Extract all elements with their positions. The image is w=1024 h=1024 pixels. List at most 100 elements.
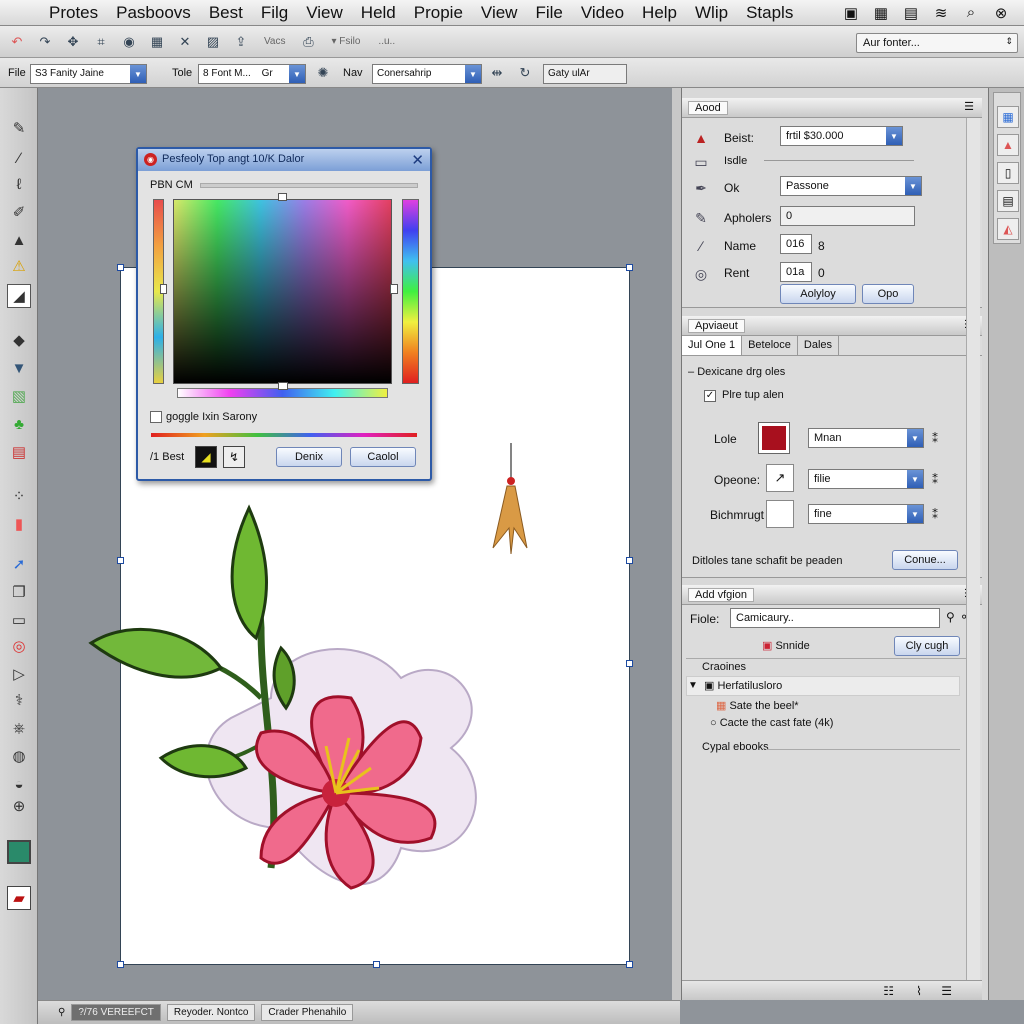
wand-icon[interactable]: ⚕ bbox=[7, 688, 31, 712]
mask-icon[interactable]: ◉ bbox=[118, 31, 140, 53]
menu-item[interactable]: Protes bbox=[40, 3, 107, 23]
menu-item[interactable]: Propie bbox=[405, 3, 472, 23]
menu-item[interactable]: File bbox=[526, 3, 571, 23]
smile-item[interactable]: ▣ Snnide bbox=[762, 639, 810, 652]
swap-icon[interactable]: ↯ bbox=[223, 446, 245, 468]
tab-dales[interactable]: Dales bbox=[798, 336, 840, 355]
cancel-button[interactable]: Caolol bbox=[350, 447, 416, 467]
image-icon[interactable]: ▣ bbox=[840, 3, 862, 23]
menu-item[interactable]: View bbox=[297, 3, 352, 23]
resize-handle[interactable] bbox=[626, 961, 633, 968]
sub-item[interactable]: ○ Cacte the cast fate (4k) bbox=[710, 717, 833, 729]
link-icon[interactable]: ⁑ bbox=[932, 508, 938, 522]
apply-button[interactable]: Aolyloy bbox=[780, 284, 856, 304]
name-field[interactable]: 016 bbox=[780, 234, 812, 254]
zoom-icon[interactable]: ⊕ bbox=[7, 794, 31, 818]
cancel-icon[interactable]: ✕ bbox=[174, 31, 196, 53]
checkbox[interactable] bbox=[150, 411, 162, 423]
apholers-field[interactable]: 0 bbox=[780, 206, 915, 226]
move-icon[interactable]: ➚ bbox=[7, 552, 31, 576]
print-icon[interactable]: ⎙ bbox=[298, 31, 320, 53]
opacity-select[interactable]: filie ▼ bbox=[808, 469, 924, 489]
pen-tool-icon[interactable]: ✎ bbox=[7, 116, 31, 140]
settings-icon[interactable]: ⊗ bbox=[990, 3, 1012, 23]
swatch-icon[interactable]: ▮ bbox=[7, 512, 31, 536]
close-icon[interactable]: ✕ bbox=[411, 151, 424, 169]
link-icon[interactable]: ⁑ bbox=[932, 473, 938, 487]
panel-tab[interactable]: Aood bbox=[688, 101, 728, 115]
grid-icon[interactable]: ▦ bbox=[146, 31, 168, 53]
copy-icon[interactable]: ❐ bbox=[7, 580, 31, 604]
ok-field[interactable]: Passone ▼ bbox=[780, 176, 922, 196]
transform-icon[interactable]: ✥ bbox=[62, 31, 84, 53]
cly-button[interactable]: Cly cugh bbox=[894, 636, 960, 656]
beist-field[interactable]: frtil $30.000 ▼ bbox=[780, 126, 903, 146]
menu-item[interactable]: Filg bbox=[252, 3, 297, 23]
color-swatch[interactable] bbox=[758, 422, 790, 454]
columns-icon[interactable]: ☷ bbox=[883, 984, 894, 998]
sponge-icon[interactable]: ◍ bbox=[7, 744, 31, 768]
page-icon[interactable]: ▯ bbox=[997, 162, 1019, 184]
stamp-icon[interactable]: ◆ bbox=[7, 328, 31, 352]
search-icon[interactable]: ⌕ bbox=[960, 3, 982, 23]
brush-icon[interactable]: ✐ bbox=[7, 200, 31, 224]
dodge-icon[interactable]: ◒ bbox=[7, 772, 31, 796]
opacity-icon[interactable]: ↗ bbox=[766, 464, 794, 492]
resize-handle[interactable] bbox=[117, 961, 124, 968]
dialog-titlebar[interactable]: ◉ Pesfeoly Top angt 10/K Dalor ✕ bbox=[138, 149, 430, 171]
path-field[interactable]: Gaty ulAr bbox=[543, 64, 627, 84]
text-icon[interactable]: ▤ bbox=[997, 190, 1019, 212]
file-select[interactable]: S3 Fanity Jaine ▼ bbox=[30, 64, 147, 84]
tree-item[interactable]: ▣ Herfatilusloro bbox=[704, 679, 782, 692]
eyedropper-icon[interactable]: ◢ bbox=[195, 446, 217, 468]
panel-tab[interactable]: Add vfgion bbox=[688, 588, 754, 602]
menu-icon[interactable]: ☰ bbox=[964, 100, 974, 113]
fill-icon[interactable]: ▲ bbox=[997, 134, 1019, 156]
shape-icon[interactable]: ▲ bbox=[7, 228, 31, 252]
clone-icon[interactable]: ⎈ bbox=[7, 716, 31, 740]
color-field-marker[interactable] bbox=[278, 193, 287, 201]
sun-icon[interactable]: ✺ bbox=[312, 62, 334, 84]
menu-item[interactable]: Video bbox=[572, 3, 633, 23]
resize-handle[interactable] bbox=[117, 557, 124, 564]
hue-slider[interactable] bbox=[402, 199, 419, 384]
status-item[interactable]: Reyoder. Nontco bbox=[166, 1004, 256, 1021]
selected-tool-icon[interactable]: ◢ bbox=[7, 284, 31, 308]
sub-item[interactable]: ▦ Sate the beel* bbox=[716, 699, 799, 712]
eraser-icon[interactable]: ▤ bbox=[7, 440, 31, 464]
status-item[interactable]: ?/76 VEREEFCT bbox=[71, 1004, 161, 1021]
continue-button[interactable]: Conue... bbox=[892, 550, 958, 570]
target-icon[interactable]: ◎ bbox=[7, 634, 31, 658]
spectrum-thumb[interactable] bbox=[278, 382, 288, 390]
crop-icon[interactable]: ⌗ bbox=[90, 31, 112, 53]
ok-button[interactable]: Denix bbox=[276, 447, 342, 467]
chart-icon[interactable]: ◭ bbox=[997, 218, 1019, 240]
play-icon[interactable]: ▷ bbox=[7, 662, 31, 686]
link-icon[interactable]: ⁑ bbox=[932, 432, 938, 446]
mask-mode-icon[interactable]: ▰ bbox=[7, 886, 31, 910]
menu-item[interactable]: Held bbox=[352, 3, 405, 23]
menu-item[interactable]: Help bbox=[633, 3, 686, 23]
hue-thumb[interactable] bbox=[390, 284, 398, 294]
open-button[interactable]: Opo bbox=[862, 284, 914, 304]
panel-scrollbar[interactable] bbox=[966, 118, 980, 988]
hand-icon[interactable]: ♣ bbox=[7, 412, 31, 436]
lasso-icon[interactable]: ℓ bbox=[7, 172, 31, 196]
rent-field[interactable]: 01a bbox=[780, 262, 812, 282]
resize-handle[interactable] bbox=[626, 264, 633, 271]
warning-icon[interactable]: ⚠ bbox=[7, 254, 31, 278]
status-item[interactable]: Crader Phenahilo bbox=[261, 1004, 354, 1021]
resize-handle[interactable] bbox=[117, 264, 124, 271]
resize-handle[interactable] bbox=[373, 961, 380, 968]
search-icon[interactable]: ⚲ bbox=[946, 610, 955, 624]
menu-item[interactable]: Pasboovs bbox=[107, 3, 200, 23]
color-field[interactable] bbox=[173, 199, 392, 384]
mode-slider[interactable] bbox=[200, 183, 418, 188]
brightness-select[interactable]: fine ▼ bbox=[808, 504, 924, 524]
redo-icon[interactable]: ↷ bbox=[34, 31, 56, 53]
tab-beteloce[interactable]: Beteloce bbox=[742, 336, 798, 355]
menu-item[interactable]: Stapls bbox=[737, 3, 802, 23]
panel-tab[interactable]: Apviaeut bbox=[688, 319, 745, 333]
film-icon[interactable]: ▦ bbox=[870, 3, 892, 23]
document-icon[interactable]: ▤ bbox=[900, 3, 922, 23]
